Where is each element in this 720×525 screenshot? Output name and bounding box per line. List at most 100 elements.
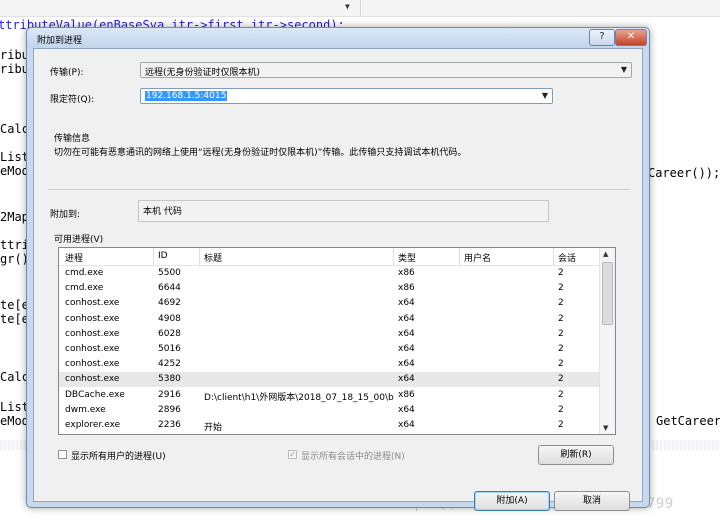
cell-session: 2	[558, 313, 564, 324]
table-row[interactable]: cmd.exe 5500 x86 2	[59, 266, 600, 281]
cell-type: x86	[398, 268, 415, 278]
editor-toolbar: ▼	[0, 0, 720, 17]
process-list-scrollbar[interactable]: ▲ ▼	[599, 248, 615, 434]
cell-type: x64	[398, 313, 415, 324]
code-line: eMod	[0, 164, 29, 178]
column-header-process[interactable]: 进程	[65, 251, 153, 264]
cell-name: conhost.exe	[65, 328, 120, 339]
code-line: eMod	[0, 414, 29, 428]
transport-value: 远程(无身份验证时仅限本机)	[145, 68, 261, 78]
cell-id: 5380	[158, 374, 181, 385]
cell-name: cmd.exe	[65, 283, 104, 294]
cell-session: 2	[558, 298, 564, 309]
cell-id: 4908	[158, 313, 181, 324]
divider	[48, 189, 630, 190]
cell-id: 5016	[158, 344, 181, 354]
qualifier-value: 192.168.1.5:4015	[145, 91, 228, 101]
toolbar-divider	[360, 0, 361, 16]
process-list[interactable]: 进程 ID 标题 类型 用户名 会话 cmd.exe 5500 x86 2 cmd.ex…	[58, 247, 616, 435]
show-all-users-checkbox[interactable]	[58, 450, 67, 459]
code-line: ttri	[0, 238, 29, 252]
qualifier-label: 限定符(Q):	[50, 95, 95, 105]
column-header-title[interactable]: 标题	[204, 251, 394, 264]
cell-name: conhost.exe	[65, 298, 120, 309]
cell-session: 2	[558, 283, 564, 294]
close-button[interactable]: ✕	[615, 29, 647, 46]
dialog-titlebar[interactable]: 附加到进程 ? ✕	[27, 28, 649, 48]
code-line: Calc	[0, 122, 29, 136]
table-row[interactable]: dwm.exe 2896 x64 2	[59, 403, 600, 418]
show-all-users-label[interactable]: 显示所有用户的进程(U)	[71, 449, 166, 462]
dialog-body: 传输(P): 远程(无身份验证时仅限本机) ▼ 限定符(Q): 192.168.…	[33, 48, 643, 511]
cancel-button[interactable]: 取消	[554, 491, 630, 511]
column-header-username[interactable]: 用户名	[464, 251, 554, 264]
cell-id: 2896	[158, 404, 181, 415]
attach-to-field[interactable]: 本机 代码	[138, 200, 549, 222]
table-row[interactable]: explorer.exe 2236 开始 x64 2	[59, 418, 600, 433]
code-line: te[e	[0, 312, 29, 326]
cell-type: x64	[398, 298, 415, 309]
cell-name: conhost.exe	[65, 359, 120, 370]
cell-session: 2	[558, 420, 564, 430]
attach-button[interactable]: 附加(A)	[474, 491, 550, 511]
cell-id: 4692	[158, 298, 181, 309]
cell-name: explorer.exe	[65, 420, 121, 430]
show-all-sessions-checkbox[interactable]: ✓	[288, 450, 297, 459]
cell-name: dwm.exe	[65, 404, 106, 415]
attach-to-process-dialog: 附加到进程 ? ✕ 传输(P): 远程(无身份验证时仅限本机) ▼ 限定符(Q)…	[26, 27, 650, 511]
cell-type: x64	[398, 404, 415, 415]
process-list-header: 进程 ID 标题 类型 用户名 会话	[59, 248, 600, 266]
cell-id: 4252	[158, 359, 181, 370]
cell-name: conhost.exe	[65, 344, 120, 354]
table-row[interactable]: conhost.exe 4252 x64 2	[59, 357, 600, 372]
transport-select[interactable]: 远程(无身份验证时仅限本机) ▼	[140, 62, 632, 78]
help-button[interactable]: ?	[589, 29, 615, 46]
cell-session: 2	[558, 374, 564, 385]
column-header-session[interactable]: 会话	[558, 251, 598, 264]
table-row[interactable]: conhost.exe 6028 x64 2	[59, 327, 600, 342]
cell-name: conhost.exe	[65, 313, 120, 324]
table-row[interactable]: conhost.exe 5016 x64 2	[59, 342, 600, 357]
cell-session: 2	[558, 359, 564, 370]
qualifier-input[interactable]: 192.168.1.5:4015 ▼	[140, 88, 553, 104]
cell-id: 2916	[158, 389, 181, 400]
table-row[interactable]: conhost.exe 4908 x64 2	[59, 312, 600, 327]
cell-type: x64	[398, 374, 415, 385]
cell-name: cmd.exe	[65, 268, 104, 278]
cell-type: x64	[398, 344, 415, 354]
refresh-button[interactable]: 刷新(R)	[538, 445, 614, 465]
transport-label: 传输(P):	[50, 68, 84, 78]
cell-session: 2	[558, 328, 564, 339]
code-fragment-right-1: Career());	[648, 166, 720, 180]
cell-session: 2	[558, 344, 564, 354]
table-row[interactable]: conhost.exe 4692 x64 2	[59, 296, 600, 311]
attach-to-value: 本机 代码	[143, 207, 182, 217]
cell-type: x86	[398, 283, 415, 294]
dropdown-arrow-icon[interactable]: ▼	[345, 2, 350, 11]
table-row[interactable]: DBCache.exe 2916 D:\client\h1\外网版本\2018_07…	[59, 388, 600, 403]
cell-session: 2	[558, 404, 564, 415]
code-line: Calc	[0, 370, 29, 384]
cell-type: x64	[398, 420, 415, 430]
cell-id: 6028	[158, 328, 181, 339]
cell-title: 开始	[204, 423, 223, 433]
cell-session: 2	[558, 268, 564, 278]
column-header-type[interactable]: 类型	[398, 251, 458, 264]
scrollbar-thumb[interactable]	[602, 262, 613, 325]
cell-title: D:\client\h1\外网版本\2018_07_18_15_00\bi...	[204, 392, 394, 403]
scroll-down-icon[interactable]: ▼	[603, 424, 608, 432]
code-line: te[e	[0, 298, 29, 312]
cell-name: conhost.exe	[65, 374, 120, 385]
cell-id: 6644	[158, 283, 181, 294]
show-all-sessions-label[interactable]: 显示所有会话中的进程(N)	[301, 449, 405, 462]
code-fragment-right-2: GetCareer	[656, 414, 720, 428]
scroll-up-icon[interactable]: ▲	[603, 250, 608, 258]
column-header-id[interactable]: ID	[158, 251, 198, 261]
code-line: ribu	[0, 62, 29, 76]
table-row[interactable]: conhost.exe 5380 x64 2	[59, 372, 600, 388]
available-processes-label: 可用进程(V)	[54, 235, 104, 245]
dialog-title: 附加到进程	[37, 36, 83, 46]
table-row[interactable]: cmd.exe 6644 x86 2	[59, 281, 600, 296]
code-line: List	[0, 400, 29, 414]
chevron-down-icon[interactable]: ▼	[542, 91, 548, 100]
